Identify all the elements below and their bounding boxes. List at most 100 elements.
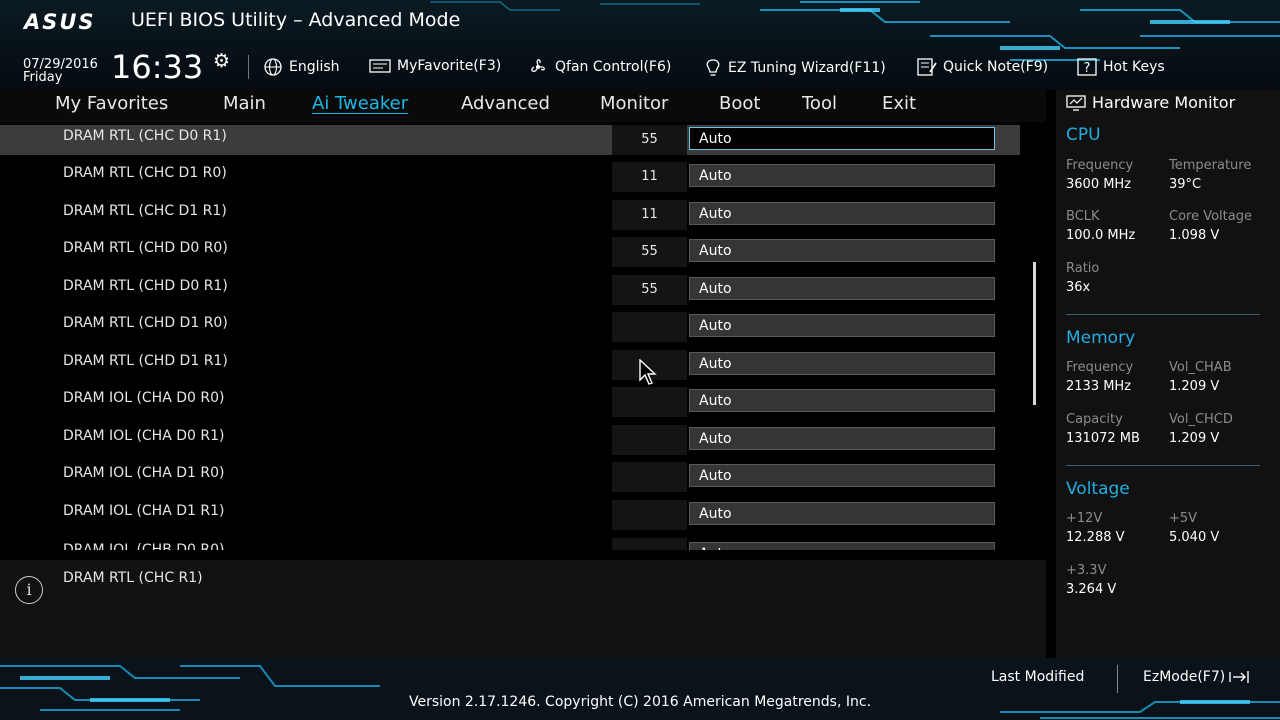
ez-tuning-wizard-label: EZ Tuning Wizard(F11) xyxy=(728,60,886,76)
favorite-icon xyxy=(369,59,391,73)
myfavorite-label: MyFavorite(F3) xyxy=(397,58,502,74)
list-scrollbar[interactable] xyxy=(1033,262,1036,405)
setting-row[interactable]: DRAM IOL (CHA D1 R1) Auto xyxy=(0,500,1020,530)
setting-dropdown[interactable]: Auto xyxy=(689,314,995,337)
setting-label: DRAM IOL (CHB D0 R0) xyxy=(63,542,225,550)
setting-label: DRAM IOL (CHA D0 R1) xyxy=(63,428,225,444)
setting-label: DRAM RTL (CHC D1 R1) xyxy=(63,203,227,219)
quick-note-button[interactable]: Quick Note(F9) xyxy=(917,58,1048,76)
asus-logo: ASUS xyxy=(24,10,96,34)
cpu-frequency-value: 3600 MHz xyxy=(1066,177,1132,192)
note-icon xyxy=(917,58,937,76)
setting-dropdown[interactable]: Auto xyxy=(689,502,995,525)
fan-icon xyxy=(531,59,545,73)
last-modified-button[interactable]: Last Modified xyxy=(991,669,1084,685)
setting-current-value: 55 xyxy=(612,125,687,155)
setting-label: DRAM RTL (CHC D1 R0) xyxy=(63,165,227,181)
language-button[interactable]: English xyxy=(263,58,340,76)
setting-dropdown[interactable]: Auto xyxy=(689,164,995,187)
setting-row-partial[interactable]: DRAM IOL (CHB D0 R0) Auto xyxy=(0,538,1020,550)
cpu-temperature-value: 39°C xyxy=(1169,177,1202,192)
setting-dropdown[interactable]: Auto xyxy=(689,202,995,225)
cpu-frequency-label: Frequency xyxy=(1066,158,1134,173)
memory-frequency-label: Frequency xyxy=(1066,360,1134,375)
setting-current-value xyxy=(612,425,687,455)
vol-chcd-value: 1.209 V xyxy=(1169,431,1220,446)
setting-dropdown[interactable]: Auto xyxy=(689,389,995,412)
setting-dropdown[interactable]: Auto xyxy=(689,127,995,150)
settings-list[interactable]: DRAM RTL (CHC D0 R1) 55 Auto DRAM RTL (C… xyxy=(0,122,1046,552)
setting-dropdown[interactable]: Auto xyxy=(689,427,995,450)
setting-dropdown[interactable]: Auto xyxy=(689,277,995,300)
vol-chab-label: Vol_CHAB xyxy=(1169,360,1232,375)
setting-row[interactable]: DRAM IOL (CHA D0 R1) Auto xyxy=(0,425,1020,455)
tab-boot[interactable]: Boot xyxy=(719,93,760,114)
setting-label: DRAM RTL (CHD D1 R1) xyxy=(63,353,228,369)
vol-chcd-label: Vol_CHCD xyxy=(1169,412,1233,427)
v33-label: +3.3V xyxy=(1066,563,1107,578)
monitor-icon xyxy=(1066,94,1086,111)
setting-row[interactable]: DRAM RTL (CHC D0 R1) 55 Auto xyxy=(0,125,1020,155)
capacity-label: Capacity xyxy=(1066,412,1123,427)
setting-current-value: 55 xyxy=(612,237,687,267)
ez-tuning-wizard-button[interactable]: EZ Tuning Wizard(F11) xyxy=(704,58,886,78)
tab-monitor[interactable]: Monitor xyxy=(600,93,668,114)
setting-current-value: 11 xyxy=(612,162,687,192)
lightbulb-icon xyxy=(706,59,720,76)
setting-dropdown[interactable]: Auto xyxy=(689,542,995,550)
tab-my-favorites[interactable]: My Favorites xyxy=(55,93,168,114)
tab-tool[interactable]: Tool xyxy=(802,93,837,114)
qfan-control-label: Qfan Control(F6) xyxy=(555,59,672,75)
tab-advanced[interactable]: Advanced xyxy=(461,93,550,114)
setting-row[interactable]: DRAM RTL (CHD D1 R1) Auto xyxy=(0,350,1020,380)
bclk-value: 100.0 MHz xyxy=(1066,228,1136,243)
v12-label: +12V xyxy=(1066,511,1103,526)
svg-text:?: ? xyxy=(1084,61,1091,76)
date-display: 07/29/2016 Friday xyxy=(23,58,98,84)
setting-label: DRAM RTL (CHD D0 R0) xyxy=(63,240,228,256)
setting-row[interactable]: DRAM RTL (CHC D1 R0) 11 Auto xyxy=(0,162,1020,192)
hot-keys-button[interactable]: ? Hot Keys xyxy=(1077,58,1165,76)
core-voltage-label: Core Voltage xyxy=(1169,209,1252,224)
ratio-value: 36x xyxy=(1066,280,1091,295)
v5-label: +5V xyxy=(1169,511,1198,526)
setting-dropdown[interactable]: Auto xyxy=(689,239,995,262)
ezmode-button[interactable]: EzMode(F7) xyxy=(1143,669,1250,685)
setting-row[interactable]: DRAM IOL (CHA D0 R0) Auto xyxy=(0,387,1020,417)
core-voltage-value: 1.098 V xyxy=(1169,228,1220,243)
description-text: DRAM RTL (CHC R1) xyxy=(63,570,203,586)
setting-label: DRAM RTL (CHD D1 R0) xyxy=(63,315,228,331)
clock-time: 16:33 xyxy=(111,48,204,86)
setting-current-value xyxy=(612,500,687,530)
mouse-cursor-icon xyxy=(639,359,657,385)
tab-main[interactable]: Main xyxy=(223,93,266,114)
ezmode-label: EzMode(F7) xyxy=(1143,669,1226,685)
setting-label: DRAM IOL (CHA D1 R0) xyxy=(63,465,225,481)
setting-row[interactable]: DRAM RTL (CHD D0 R0) 55 Auto xyxy=(0,237,1020,267)
tab-exit[interactable]: Exit xyxy=(882,93,916,114)
setting-row[interactable]: DRAM RTL (CHD D1 R0) Auto xyxy=(0,312,1020,342)
vol-chab-value: 1.209 V xyxy=(1169,379,1220,394)
setting-row[interactable]: DRAM IOL (CHA D1 R0) Auto xyxy=(0,462,1020,492)
v12-value: 12.288 V xyxy=(1066,530,1125,545)
main-tab-bar: My Favorites Main Ai Tweaker Advanced Mo… xyxy=(0,90,1046,122)
setting-row[interactable]: DRAM RTL (CHC D1 R1) 11 Auto xyxy=(0,200,1020,230)
app-title: UEFI BIOS Utility – Advanced Mode xyxy=(131,9,461,31)
hardware-monitor-title[interactable]: Hardware Monitor xyxy=(1066,93,1235,112)
section-divider xyxy=(1066,465,1260,466)
memory-section-title: Memory xyxy=(1066,328,1136,348)
setting-dropdown[interactable]: Auto xyxy=(689,464,995,487)
setting-current-value xyxy=(612,312,687,342)
setting-row[interactable]: DRAM RTL (CHD D0 R1) 55 Auto xyxy=(0,275,1020,305)
tab-ai-tweaker[interactable]: Ai Tweaker xyxy=(312,93,408,114)
setting-dropdown[interactable]: Auto xyxy=(689,352,995,375)
globe-icon xyxy=(264,58,282,76)
capacity-value: 131072 MB xyxy=(1066,431,1140,446)
cpu-temperature-label: Temperature xyxy=(1169,158,1252,173)
setting-current-value xyxy=(612,462,687,492)
myfavorite-button[interactable]: MyFavorite(F3) xyxy=(369,58,501,74)
info-icon: i xyxy=(15,576,43,604)
qfan-control-button[interactable]: Qfan Control(F6) xyxy=(527,58,671,76)
gear-icon[interactable]: ⚙ xyxy=(213,50,230,72)
v5-value: 5.040 V xyxy=(1169,530,1220,545)
